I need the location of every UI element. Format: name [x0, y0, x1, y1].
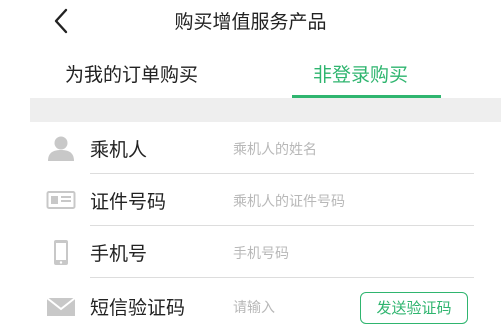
section-divider [30, 98, 501, 122]
sms-code-row: 短信验证码 请输入 发送验证码 [30, 280, 501, 332]
phone-label: 手机号 [90, 243, 148, 265]
tab-my-order-purchase[interactable]: 为我的订单购买 [65, 60, 198, 87]
tab-bar: 为我的订单购买 非登录购买 [0, 50, 501, 98]
envelope-icon [46, 297, 76, 316]
header: 购买增值服务产品 [0, 0, 501, 42]
tab-guest-purchase[interactable]: 非登录购买 [313, 60, 408, 87]
phone-row: 手机号 手机号码 [30, 226, 501, 278]
sms-code-input[interactable]: 请输入 [233, 297, 275, 317]
page-title: 购买增值服务产品 [174, 11, 327, 33]
passenger-label: 乘机人 [90, 139, 148, 161]
sms-code-label: 短信验证码 [90, 297, 186, 319]
id-number-input[interactable]: 乘机人的证件号码 [233, 191, 345, 211]
passenger-name-input[interactable]: 乘机人的姓名 [233, 139, 317, 159]
id-number-label: 证件号码 [90, 191, 167, 213]
passenger-row: 乘机人 乘机人的姓名 [30, 122, 501, 174]
row-separator [90, 277, 474, 278]
id-number-row: 证件号码 乘机人的证件号码 [30, 174, 501, 226]
send-code-button[interactable]: 发送验证码 [360, 292, 468, 324]
id-card-icon [46, 191, 76, 209]
phone-icon [54, 240, 68, 265]
person-icon [48, 136, 74, 161]
phone-number-input[interactable]: 手机号码 [233, 243, 289, 263]
